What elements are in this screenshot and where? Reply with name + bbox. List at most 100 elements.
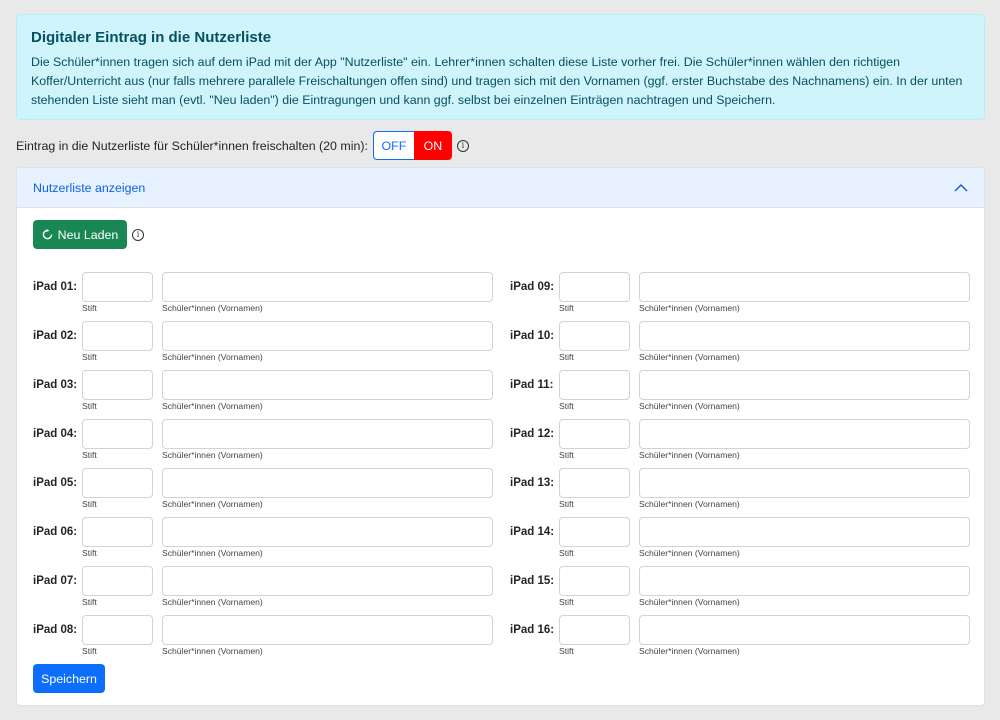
names-input[interactable] [162, 615, 493, 645]
stift-input[interactable] [82, 419, 153, 449]
ipad-row: iPad 02: Stift Schüler*innen (Vornamen) [33, 321, 493, 370]
names-input[interactable] [162, 272, 493, 302]
ipad-row: iPad 11: Stift Schüler*innen (Vornamen) [510, 370, 970, 419]
names-help-text: Schüler*innen (Vornamen) [639, 548, 740, 558]
ipad-row: iPad 07: Stift Schüler*innen (Vornamen) [33, 566, 493, 615]
stift-input[interactable] [559, 615, 630, 645]
unlock-toggle: OFF ON [372, 131, 452, 160]
info-icon[interactable]: i [456, 139, 469, 152]
ipad-row: iPad 05: Stift Schüler*innen (Vornamen) [33, 468, 493, 517]
ipad-label: iPad 13: [510, 477, 555, 489]
ipad-column-right: iPad 09: Stift Schüler*innen (Vornamen) iPa… [510, 272, 970, 664]
names-input[interactable] [162, 321, 493, 351]
stift-help-text: Stift [82, 303, 97, 313]
stift-input[interactable] [82, 370, 153, 400]
reload-button-label: Neu Laden [57, 227, 119, 242]
names-help-text: Schüler*innen (Vornamen) [162, 646, 263, 656]
accordion-header[interactable]: Nutzerliste anzeigen [17, 168, 984, 208]
stift-input[interactable] [559, 370, 630, 400]
info-alert: Digitaler Eintrag in die Nutzerliste Die… [16, 14, 985, 120]
stift-help-text: Stift [82, 597, 97, 607]
names-help-text: Schüler*innen (Vornamen) [639, 401, 740, 411]
ipad-label: iPad 02: [33, 330, 78, 342]
names-input[interactable] [639, 566, 970, 596]
names-help-text: Schüler*innen (Vornamen) [162, 548, 263, 558]
ipad-row: iPad 08: Stift Schüler*innen (Vornamen) [33, 615, 493, 664]
names-input[interactable] [162, 517, 493, 547]
names-input[interactable] [162, 468, 493, 498]
ipad-label: iPad 04: [33, 428, 78, 440]
stift-help-text: Stift [82, 548, 97, 558]
names-help-text: Schüler*innen (Vornamen) [162, 401, 263, 411]
stift-help-text: Stift [559, 597, 574, 607]
info-title: Digitaler Eintrag in die Nutzerliste [31, 29, 272, 46]
ipad-label: iPad 06: [33, 526, 78, 538]
names-input[interactable] [639, 321, 970, 351]
names-help-text: Schüler*innen (Vornamen) [162, 450, 263, 460]
reload-icon [42, 229, 53, 240]
save-button[interactable]: Speichern [33, 664, 105, 693]
ipad-row: iPad 14: Stift Schüler*innen (Vornamen) [510, 517, 970, 566]
on-button[interactable]: ON [413, 131, 452, 160]
ipad-row: iPad 06: Stift Schüler*innen (Vornamen) [33, 517, 493, 566]
names-input[interactable] [162, 419, 493, 449]
names-input[interactable] [639, 272, 970, 302]
stift-input[interactable] [82, 566, 153, 596]
names-help-text: Schüler*innen (Vornamen) [639, 646, 740, 656]
stift-input[interactable] [559, 272, 630, 302]
names-help-text: Schüler*innen (Vornamen) [162, 352, 263, 362]
stift-help-text: Stift [82, 499, 97, 509]
names-help-text: Schüler*innen (Vornamen) [639, 597, 740, 607]
names-input[interactable] [639, 370, 970, 400]
stift-input[interactable] [82, 272, 153, 302]
stift-input[interactable] [559, 468, 630, 498]
stift-input[interactable] [82, 321, 153, 351]
ipad-row: iPad 10: Stift Schüler*innen (Vornamen) [510, 321, 970, 370]
off-button[interactable]: OFF [372, 131, 414, 160]
names-input[interactable] [639, 419, 970, 449]
info-icon[interactable]: i [132, 228, 144, 241]
info-text: Die Schüler*innen tragen sich auf dem iP… [31, 55, 963, 107]
ipad-label: iPad 01: [33, 281, 78, 293]
names-input[interactable] [162, 370, 493, 400]
reload-button[interactable]: Neu Laden [33, 220, 127, 249]
stift-help-text: Stift [82, 646, 97, 656]
ipad-row: iPad 03: Stift Schüler*innen (Vornamen) [33, 370, 493, 419]
names-help-text: Schüler*innen (Vornamen) [162, 597, 263, 607]
stift-input[interactable] [559, 566, 630, 596]
names-input[interactable] [639, 615, 970, 645]
stift-input[interactable] [82, 468, 153, 498]
stift-input[interactable] [559, 419, 630, 449]
names-input[interactable] [639, 517, 970, 547]
reload-row: Neu Laden i [33, 220, 144, 249]
ipad-label: iPad 08: [33, 624, 78, 636]
ipad-label: iPad 05: [33, 477, 78, 489]
names-input[interactable] [639, 468, 970, 498]
names-help-text: Schüler*innen (Vornamen) [162, 303, 263, 313]
user-list-accordion: Nutzerliste anzeigen Neu Laden i iPad 01… [16, 167, 985, 706]
stift-input[interactable] [82, 615, 153, 645]
ipad-column-left: iPad 01: Stift Schüler*innen (Vornamen) iPa… [33, 272, 493, 664]
stift-help-text: Stift [82, 352, 97, 362]
ipad-row: iPad 15: Stift Schüler*innen (Vornamen) [510, 566, 970, 615]
ipad-row: iPad 16: Stift Schüler*innen (Vornamen) [510, 615, 970, 664]
stift-help-text: Stift [559, 303, 574, 313]
stift-help-text: Stift [559, 548, 574, 558]
accordion-header-label: Nutzerliste anzeigen [33, 180, 146, 195]
ipad-label: iPad 07: [33, 575, 78, 587]
stift-input[interactable] [559, 321, 630, 351]
ipad-row: iPad 09: Stift Schüler*innen (Vornamen) [510, 272, 970, 321]
ipad-row: iPad 04: Stift Schüler*innen (Vornamen) [33, 419, 493, 468]
stift-help-text: Stift [559, 450, 574, 460]
names-help-text: Schüler*innen (Vornamen) [639, 450, 740, 460]
ipad-label: iPad 11: [510, 379, 554, 391]
ipad-label: iPad 12: [510, 428, 555, 440]
stift-input[interactable] [559, 517, 630, 547]
names-help-text: Schüler*innen (Vornamen) [639, 303, 740, 313]
names-input[interactable] [162, 566, 493, 596]
ipad-label: iPad 09: [510, 281, 555, 293]
stift-help-text: Stift [559, 646, 574, 656]
ipad-row: iPad 12: Stift Schüler*innen (Vornamen) [510, 419, 970, 468]
stift-input[interactable] [82, 517, 153, 547]
stift-help-text: Stift [82, 450, 97, 460]
